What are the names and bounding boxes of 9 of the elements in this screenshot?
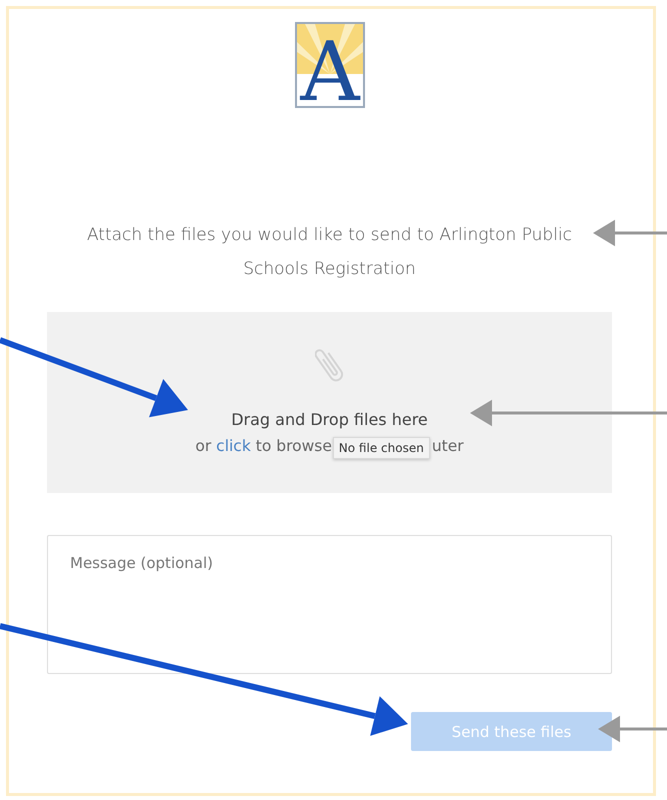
browse-link[interactable]: click — [216, 437, 251, 455]
annotation-arrow — [598, 716, 667, 742]
drop-title: Drag and Drop files here — [231, 410, 428, 429]
browse-text-tail: uter — [432, 437, 464, 455]
browse-text: or click to browse — [195, 437, 333, 455]
instructions-text: Attach the files you would like to send to Arlington Public Schools Registration — [86, 224, 574, 281]
message-field[interactable]: Message (optional) — [47, 535, 612, 674]
tooltip: No file chosen — [332, 437, 430, 459]
file-drop-zone[interactable]: Drag and Drop files here or click to browse No file chosen uter — [47, 312, 612, 493]
